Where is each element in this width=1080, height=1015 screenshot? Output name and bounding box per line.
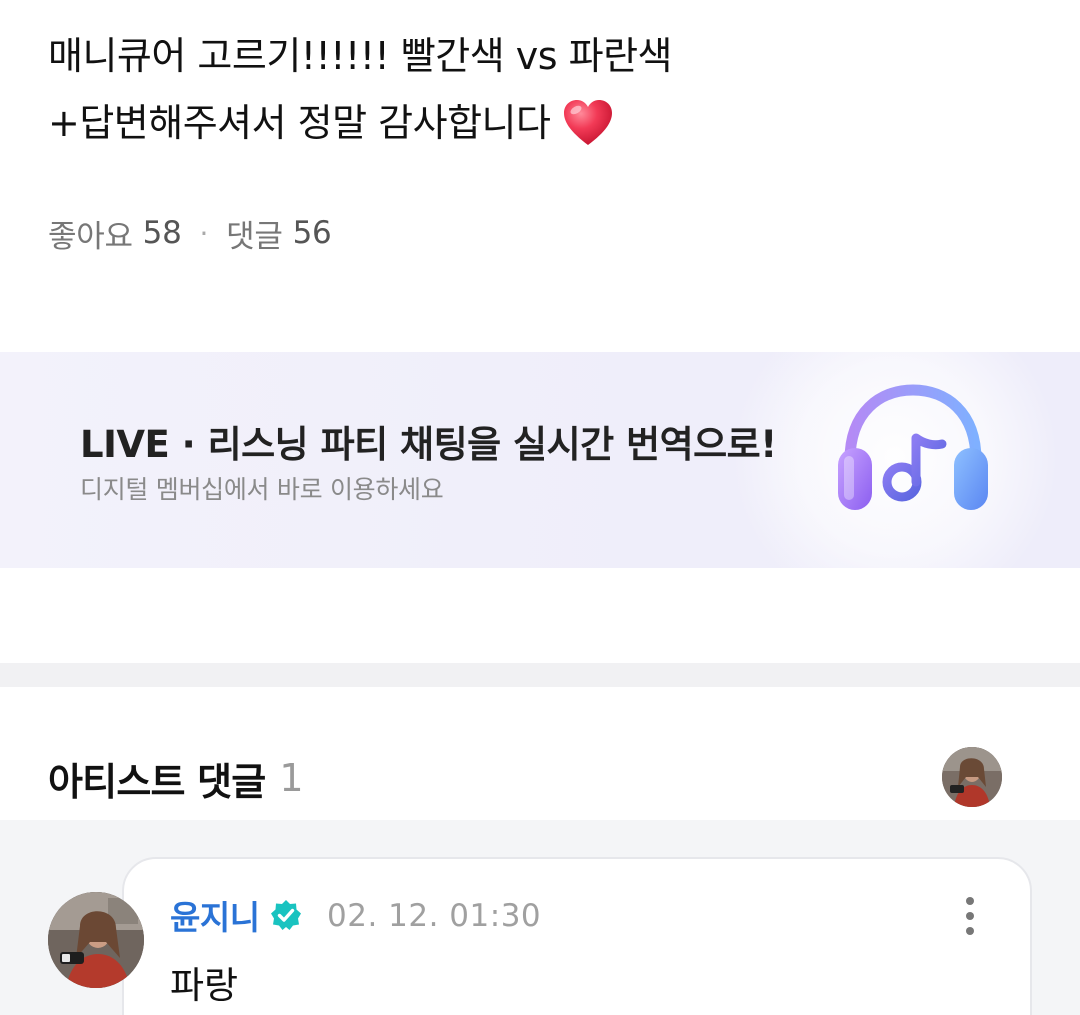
banner-subtitle[interactable]: 디지털 멤버십에서 바로 이용하세요 [80,470,444,506]
comments-label[interactable]: 댓글 [226,211,283,256]
banner-title[interactable]: LIVE · 리스닝 파티 채팅을 실시간 번역으로! [80,414,777,468]
comments-count[interactable]: 56 [293,215,332,251]
stats-separator: · [199,216,209,250]
more-options-icon[interactable] [960,896,980,936]
post-title-line-1: 매니큐어 고르기!!!!!! 빨간색 vs 파란색 [48,30,1048,82]
artist-comments-label: 아티스트 댓글 [48,759,266,804]
post-title-text-1: 매니큐어 고르기!!!!!! 빨간색 vs 파란색 [48,34,672,78]
likes-count: 58 [142,215,182,251]
artist-avatar-small-image [942,747,1002,807]
headphones-music-icon [838,384,988,510]
post-detail-page: 매니큐어 고르기!!!!!! 빨간색 vs 파란색 +답변해주셔서 정말 감사합… [0,0,1080,1015]
comment-date: 02. 12. 01:30 [327,898,542,934]
comment-author-name[interactable]: 윤지니 [170,891,260,939]
artist-comments-count: 1 [279,756,303,800]
red-heart-icon [564,100,613,145]
post-title-text-2: +답변해주셔서 정말 감사합니다 [48,101,551,145]
comment-author[interactable]: 윤지니 [170,893,302,937]
comment-text: 파랑 [170,964,239,1007]
post-stats: 좋아요 58 · 댓글 56 [48,211,332,256]
artist-comments-header: 아티스트 댓글 1 [48,752,304,804]
comment-author-avatar[interactable] [48,892,144,988]
post-title-line-2: +답변해주셔서 정말 감사합니다 [48,97,1048,149]
section-divider [0,663,1080,687]
comment-author-avatar-image [48,892,144,988]
post-title: 매니큐어 고르기!!!!!! 빨간색 vs 파란색 +답변해주셔서 정말 감사합… [48,30,1048,164]
artist-avatar-small[interactable] [942,747,1002,807]
likes-label: 좋아요 [48,218,133,255]
verified-badge-icon [270,900,301,930]
